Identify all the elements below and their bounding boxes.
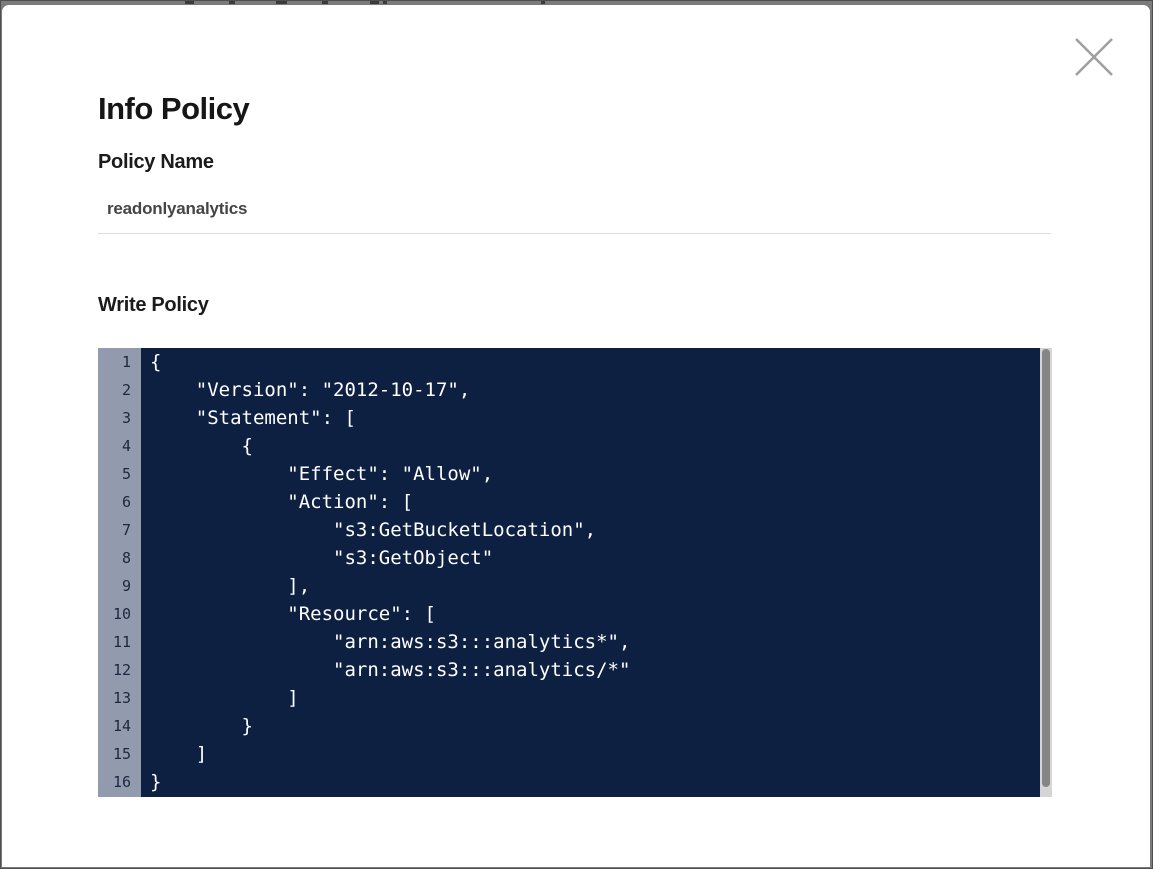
code-line: { bbox=[150, 432, 1040, 460]
code-editor[interactable]: 12345678910111213141516 { "Version": "20… bbox=[98, 348, 1052, 797]
line-number: 11 bbox=[98, 628, 131, 656]
code-line: "arn:aws:s3:::analytics*", bbox=[150, 628, 1040, 656]
background-text-fragment bbox=[541, 0, 545, 4]
policy-name-field[interactable]: readonlyanalytics bbox=[107, 199, 247, 219]
line-number: 1 bbox=[98, 348, 131, 376]
background-text-fragment bbox=[383, 0, 387, 4]
line-number: 8 bbox=[98, 544, 131, 572]
code-line: "Resource": [ bbox=[150, 600, 1040, 628]
line-number: 5 bbox=[98, 460, 131, 488]
line-number: 10 bbox=[98, 600, 131, 628]
policy-name-label: Policy Name bbox=[98, 151, 214, 174]
background-text-fragment bbox=[229, 0, 235, 4]
scrollbar-thumb[interactable] bbox=[1042, 349, 1050, 787]
editor-scrollbar[interactable] bbox=[1040, 348, 1052, 797]
close-icon bbox=[1072, 67, 1116, 82]
code-line: ] bbox=[150, 684, 1040, 712]
code-line: "Effect": "Allow", bbox=[150, 460, 1040, 488]
write-policy-label: Write Policy bbox=[98, 294, 209, 317]
background-text-fragment bbox=[276, 0, 287, 4]
info-policy-dialog: Info Policy Policy Name readonlyanalytic… bbox=[2, 5, 1150, 867]
code-line: } bbox=[150, 768, 1040, 796]
code-line: "arn:aws:s3:::analytics/*" bbox=[150, 656, 1040, 684]
code-line: "Version": "2012-10-17", bbox=[150, 376, 1040, 404]
line-number: 2 bbox=[98, 376, 131, 404]
policy-name-underline bbox=[98, 233, 1051, 234]
line-number: 16 bbox=[98, 768, 131, 796]
code-line: "s3:GetObject" bbox=[150, 544, 1040, 572]
line-number: 12 bbox=[98, 656, 131, 684]
code-line: "s3:GetBucketLocation", bbox=[150, 516, 1040, 544]
background-text-fragment bbox=[185, 0, 194, 4]
line-number: 13 bbox=[98, 684, 131, 712]
background-text-fragment bbox=[370, 0, 379, 4]
close-button[interactable] bbox=[1072, 35, 1116, 79]
line-number-gutter: 12345678910111213141516 bbox=[98, 348, 141, 797]
code-line: "Action": [ bbox=[150, 488, 1040, 516]
line-number: 6 bbox=[98, 488, 131, 516]
code-line: ], bbox=[150, 572, 1040, 600]
background-text-fragment bbox=[322, 0, 328, 4]
line-number: 7 bbox=[98, 516, 131, 544]
code-line: "Statement": [ bbox=[150, 404, 1040, 432]
line-number: 3 bbox=[98, 404, 131, 432]
line-number: 15 bbox=[98, 740, 131, 768]
code-line: } bbox=[150, 712, 1040, 740]
code-line: ] bbox=[150, 740, 1040, 768]
line-number: 14 bbox=[98, 712, 131, 740]
code-line: { bbox=[150, 348, 1040, 376]
line-number: 4 bbox=[98, 432, 131, 460]
dialog-title: Info Policy bbox=[98, 91, 249, 127]
code-content[interactable]: { "Version": "2012-10-17", "Statement": … bbox=[141, 348, 1040, 797]
line-number: 9 bbox=[98, 572, 131, 600]
